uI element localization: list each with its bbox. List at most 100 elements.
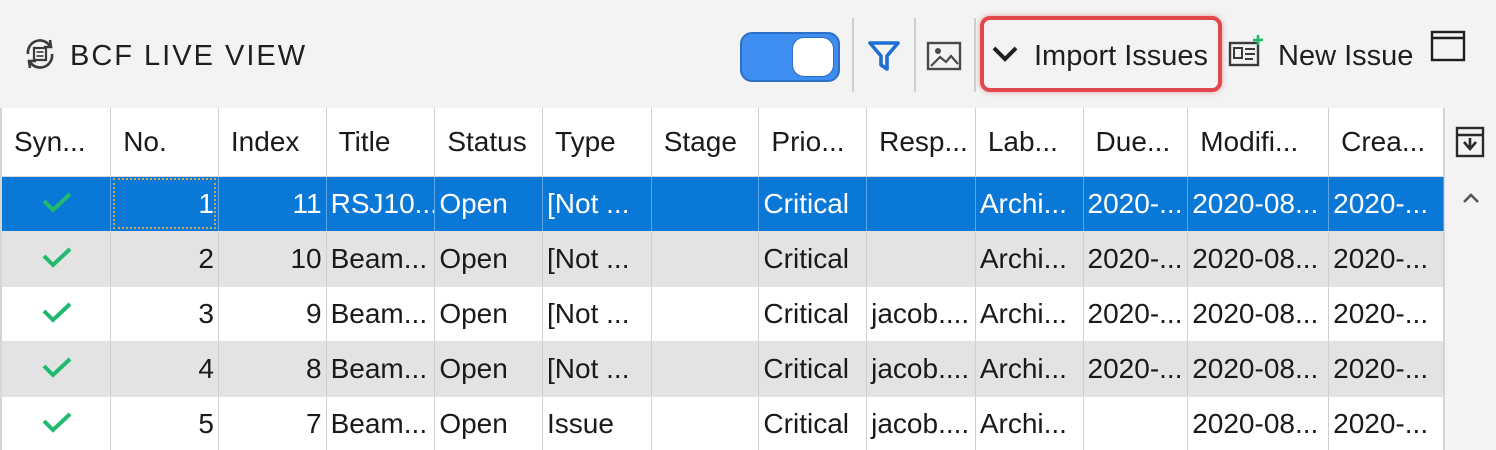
cell-index: 10 — [218, 231, 327, 287]
new-issue-card-icon — [1228, 34, 1264, 78]
cell-stage — [651, 341, 760, 397]
cell-type: Issue — [542, 396, 652, 450]
cell-labels: Archi... — [975, 231, 1084, 287]
cell-due — [1083, 396, 1189, 450]
cell-due: 2020-... — [1083, 286, 1189, 342]
chevron-down-icon — [990, 40, 1020, 73]
cell-title: RSJ10... — [326, 176, 436, 232]
sync-cell — [2, 286, 112, 342]
column-header-due[interactable]: Due... — [1083, 108, 1189, 177]
column-header-sync[interactable]: Syn... — [2, 108, 112, 177]
column-chooser-icon — [1453, 126, 1489, 168]
table-row[interactable]: 2 10 Beam... Open [Not ... Critical Arch… — [2, 231, 1444, 287]
cell-stage — [651, 396, 760, 450]
cell-index: 11 — [218, 176, 327, 232]
table-row[interactable]: 4 8 Beam... Open [Not ... Critical jacob… — [2, 341, 1444, 397]
cell-modified: 2020-08... — [1187, 231, 1330, 287]
table-row[interactable]: 3 9 Beam... Open [Not ... Critical jacob… — [2, 286, 1444, 342]
cell-status: Open — [434, 286, 544, 342]
filter-icon — [867, 39, 901, 78]
sync-refresh-icon — [20, 34, 60, 79]
import-issues-label: Import Issues — [1034, 39, 1209, 72]
grid-side-panel — [1444, 108, 1496, 450]
cell-priority: Critical — [758, 231, 868, 287]
cell-title: Beam... — [326, 286, 436, 342]
cell-stage — [651, 176, 760, 232]
cell-labels: Archi... — [975, 176, 1084, 232]
cell-title: Beam... — [326, 341, 436, 397]
cell-index: 9 — [218, 286, 327, 342]
cell-stage — [651, 286, 760, 342]
cell-due: 2020-... — [1083, 341, 1189, 397]
cell-modified: 2020-08... — [1187, 396, 1330, 450]
cell-labels: Archi... — [975, 286, 1084, 342]
cell-responsible: jacob.... — [866, 286, 976, 342]
import-issues-button[interactable]: Import Issues — [990, 28, 1208, 84]
cell-due: 2020-... — [1083, 176, 1189, 232]
column-header-responsible[interactable]: Resp... — [866, 108, 976, 177]
cell-modified: 2020-08... — [1187, 341, 1330, 397]
column-header-labels[interactable]: Lab... — [975, 108, 1084, 177]
window-button[interactable] — [1430, 30, 1466, 69]
image-icon — [926, 40, 962, 77]
sync-cell — [2, 231, 112, 287]
cell-created: 2020-... — [1328, 286, 1444, 342]
column-header-stage[interactable]: Stage — [651, 108, 760, 177]
cell-responsible: jacob.... — [866, 396, 976, 450]
cell-index: 8 — [218, 341, 327, 397]
table-row[interactable]: 1 11 RSJ10... Open [Not ... Critical Arc… — [2, 176, 1444, 232]
filter-button[interactable] — [862, 36, 906, 80]
cell-due: 2020-... — [1083, 231, 1189, 287]
new-issue-label: New Issue — [1278, 39, 1414, 72]
cell-modified: 2020-08... — [1187, 176, 1330, 232]
column-header-type[interactable]: Type — [542, 108, 652, 177]
column-header-status[interactable]: Status — [434, 108, 544, 177]
cell-created: 2020-... — [1328, 341, 1444, 397]
cell-type: [Not ... — [542, 286, 652, 342]
cell-priority: Critical — [758, 396, 868, 450]
cell-no: 4 — [110, 341, 219, 397]
cell-stage — [651, 231, 760, 287]
new-issue-button[interactable]: New Issue — [1228, 28, 1413, 84]
sync-cell — [2, 341, 112, 397]
column-header-modified[interactable]: Modifi... — [1187, 108, 1330, 177]
panel-header: BCF LIVE VIEW — [20, 36, 307, 76]
column-header-no[interactable]: No. — [110, 108, 219, 177]
scroll-up-button[interactable] — [1455, 186, 1487, 214]
column-header-index[interactable]: Index — [218, 108, 327, 177]
cell-status: Open — [434, 341, 544, 397]
cell-labels: Archi... — [975, 341, 1084, 397]
column-chooser-button[interactable] — [1453, 124, 1489, 164]
toolbar-divider — [974, 18, 976, 92]
window-icon — [1430, 30, 1466, 68]
column-header-priority[interactable]: Prio... — [758, 108, 868, 177]
toolbar-divider — [852, 18, 854, 92]
table-row[interactable]: 5 7 Beam... Open Issue Critical jacob...… — [2, 396, 1444, 450]
cell-priority: Critical — [758, 341, 868, 397]
live-sync-toggle[interactable] — [740, 32, 840, 82]
sync-cell — [2, 176, 112, 232]
issues-grid: Syn... No. Index Title Status Type Stage… — [2, 108, 1444, 450]
issues-table: Syn... No. Index Title Status Type Stage… — [2, 108, 1444, 450]
cell-created: 2020-... — [1328, 231, 1444, 287]
chevron-up-icon — [1455, 193, 1487, 214]
check-icon — [41, 408, 73, 439]
toolbar: BCF LIVE VIEW Import Issues New Issue — [0, 0, 1496, 108]
cell-priority: Critical — [758, 286, 868, 342]
panel-title: BCF LIVE VIEW — [70, 39, 308, 72]
cell-no: 3 — [110, 286, 219, 342]
cell-created: 2020-... — [1328, 176, 1444, 232]
cell-type: [Not ... — [542, 341, 652, 397]
sync-cell — [2, 396, 112, 450]
cell-type: [Not ... — [542, 231, 652, 287]
cell-title: Beam... — [326, 231, 436, 287]
check-icon — [41, 298, 73, 329]
column-header-title[interactable]: Title — [326, 108, 436, 177]
cell-status: Open — [434, 396, 544, 450]
cell-responsible — [866, 231, 976, 287]
cell-created: 2020-... — [1328, 396, 1444, 450]
cell-labels: Archi... — [975, 396, 1084, 450]
cell-no: 1 — [110, 176, 219, 232]
snapshot-button[interactable] — [922, 36, 966, 80]
column-header-created[interactable]: Crea... — [1328, 108, 1444, 177]
